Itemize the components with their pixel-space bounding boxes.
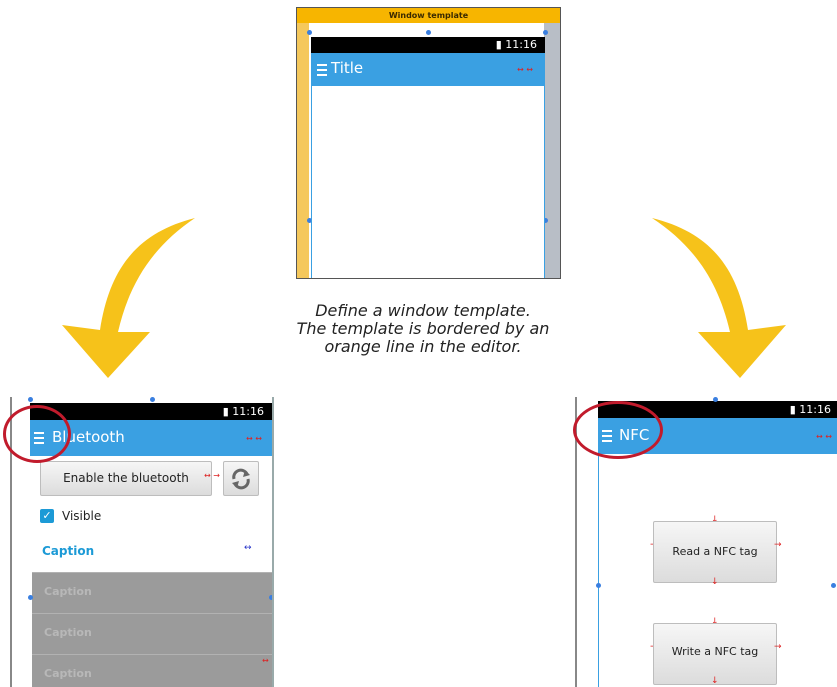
- visible-label: Visible: [62, 509, 102, 523]
- highlight-circle: [3, 405, 71, 463]
- highlight-circle: [573, 401, 663, 459]
- list-item-label: Caption: [44, 667, 92, 680]
- content-border: [598, 454, 599, 687]
- window-title: Title: [331, 59, 364, 77]
- template-border-right: [544, 23, 560, 278]
- status-time: 11:16: [232, 405, 264, 418]
- list-item[interactable]: Caption: [32, 654, 272, 687]
- resize-handle[interactable]: [596, 583, 601, 588]
- anchor-icon: ↓: [711, 577, 719, 587]
- enable-bluetooth-button[interactable]: Enable the bluetooth: [40, 461, 212, 496]
- anchor-icon: ↔ →: [204, 471, 220, 480]
- list-item-label: Caption: [44, 585, 92, 598]
- resize-handle[interactable]: [28, 595, 33, 600]
- resize-handle[interactable]: [307, 30, 312, 35]
- description-caption: Define a window template. The template i…: [258, 302, 588, 356]
- resize-handle[interactable]: [543, 30, 548, 35]
- anchor-icon: ↔ ↔: [246, 434, 262, 443]
- status-bar: ▮ 11:16: [311, 37, 545, 53]
- resize-handle[interactable]: [831, 583, 836, 588]
- resize-handle[interactable]: [713, 397, 718, 402]
- anchor-icon: ↔ ↔: [517, 65, 533, 74]
- status-bar: ▮ 11:16: [30, 403, 272, 420]
- template-content-area: [311, 86, 545, 278]
- menu-icon[interactable]: [317, 64, 327, 76]
- resize-handle[interactable]: [426, 30, 431, 35]
- anchor-icon: ↔: [244, 543, 252, 553]
- battery-icon: ▮: [495, 38, 506, 51]
- anchor-icon: ↓: [711, 676, 719, 686]
- status-time: 11:16: [505, 38, 537, 51]
- window-template-preview: Window template ▮ 11:16 Title ↔ ↔: [296, 7, 561, 279]
- list-item-label: Caption: [44, 626, 92, 639]
- refresh-icon: [232, 468, 250, 490]
- resize-handle[interactable]: [28, 397, 33, 402]
- template-border-left: [297, 23, 309, 278]
- caption-header: Caption: [42, 544, 95, 558]
- anchor-icon: ↔: [262, 656, 269, 665]
- anchor-icon: ↔ ↔: [816, 432, 832, 441]
- right-curved-arrow: [652, 218, 786, 378]
- template-header: Window template: [297, 8, 560, 23]
- read-nfc-button[interactable]: Read a NFC tag: [653, 521, 777, 583]
- caption-line: orange line in the editor.: [324, 337, 522, 356]
- anchor-icon: →: [774, 540, 782, 550]
- list-item[interactable]: Caption: [32, 613, 272, 654]
- caption-line: The template is bordered by an: [296, 319, 550, 338]
- refresh-button[interactable]: [223, 461, 259, 496]
- app-bar: Title ↔ ↔: [311, 53, 545, 86]
- battery-icon: ▮: [789, 403, 800, 416]
- status-time: 11:16: [799, 403, 831, 416]
- resize-handle[interactable]: [150, 397, 155, 402]
- visible-checkbox[interactable]: ✓: [40, 509, 54, 523]
- anchor-icon: →: [774, 642, 782, 652]
- left-curved-arrow: [62, 218, 195, 378]
- list-item[interactable]: Caption: [32, 572, 272, 613]
- caption-line: Define a window template.: [315, 301, 531, 320]
- resize-handle[interactable]: [269, 595, 272, 600]
- battery-icon: ▮: [222, 405, 233, 418]
